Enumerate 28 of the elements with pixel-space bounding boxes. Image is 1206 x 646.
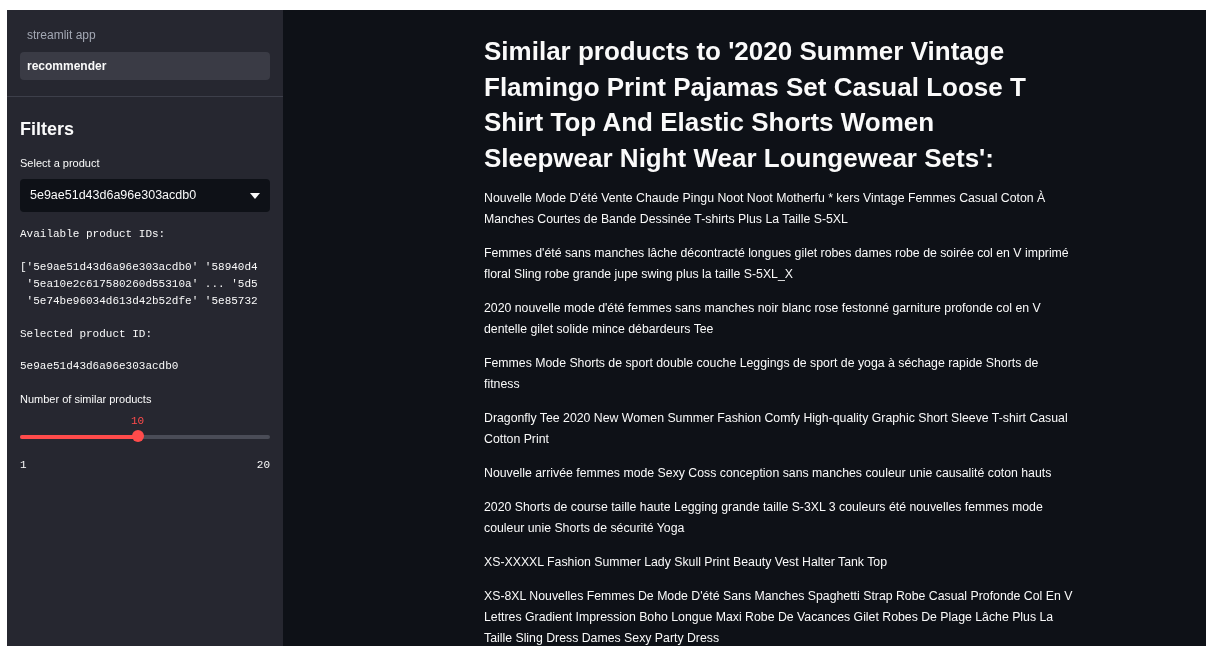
slider-track[interactable]	[20, 435, 270, 440]
slider-value: 10	[130, 414, 145, 430]
slider-max: 20	[256, 458, 270, 474]
available-label: Available product IDs:	[20, 227, 167, 243]
product-title: Femmes d'été sans manches lâche décontracté longues gilet robes dames robe de soirée col en V imprimé floral Sling robe grande jupe swing plus la taille S-5XL_X	[484, 245, 1070, 283]
product-title: Nouvelle Mode D'été Vente Chaude Pingu Noot Noot Motherfu * kers Vintage Femmes Casual Coton À Manches Courtes de Bande Dessinée T-shirts Plus La Taille S-5XL	[484, 189, 1047, 228]
page-title: Similar products to '2020 Summer Vintage Flamingo Print Pajamas Set Casual Loose T Shirt Top And Elastic Shorts Women Sleepwear Night Wear Loungewear Sets':	[484, 35, 1027, 175]
slider-thumb[interactable]	[131, 430, 144, 443]
select-label: Select a product	[20, 155, 101, 171]
slider-min: 1	[20, 458, 27, 474]
nav-item[interactable]: recommender	[20, 52, 270, 80]
product-title: Femmes Mode Shorts de sport double couche Leggings de sport de yoga à séchage rapide Shorts de fitness	[484, 355, 1040, 393]
product-title: Nouvelle arrivée femmes mode Sexy Coss conception sans manches couleur unie causalité coton hauts	[484, 465, 1053, 482]
product-title: XS-XXXXL Fashion Summer Lady Skull Print Beauty Vest Halter Tank Top	[484, 554, 889, 571]
product-title: 2020 Shorts de course taille haute Legging grande taille S-3XL 3 couleurs été nouvelles femmes mode couleur unie Shorts de sécurité Yoga	[484, 499, 1044, 537]
selected-label: Selected product ID:	[20, 326, 154, 342]
caret-icon	[250, 192, 260, 199]
product-title: Dragonfly Tee 2020 New Women Summer Fashion Comfy High-quality Graphic Short Sleeve T-shirt Casual Cotton Print	[484, 410, 1069, 448]
product-title: XS-8XL Nouvelles Femmes De Mode D'été Sans Manches Spaghetti Strap Robe Casual Profonde Col En V Lettres Gradient Impression Boho Longue Maxi Robe De Vacances Gilet Robes De Plage Lâche Plus La Taille Sling Dress Dames Sexy Party Dress	[484, 588, 1074, 646]
selected-value: 5e9ae51d43d6a96e303acdb0	[20, 359, 180, 375]
slider-label: Number of similar products	[20, 391, 153, 407]
sidebar-heading: Filters	[20, 119, 76, 141]
app-name: streamlit app	[26, 27, 97, 44]
code-line: ['5e9ae51d43d6a96e303acdb0' '58940d4	[20, 259, 259, 275]
product-select[interactable]: 5e9ae51d43d6a96e303acdb0	[20, 179, 270, 213]
code-line: '5e74be96034d613d42b52dfe' '5e85732	[25, 293, 259, 309]
product-title: 2020 nouvelle mode d'été femmes sans manches noir blanc rose festonné garniture profonde col en V dentelle gilet solide mince débardeurs Tee	[484, 300, 1042, 338]
code-line: '5ea10e2c617580260d55310a' ... '5d5	[25, 276, 259, 292]
